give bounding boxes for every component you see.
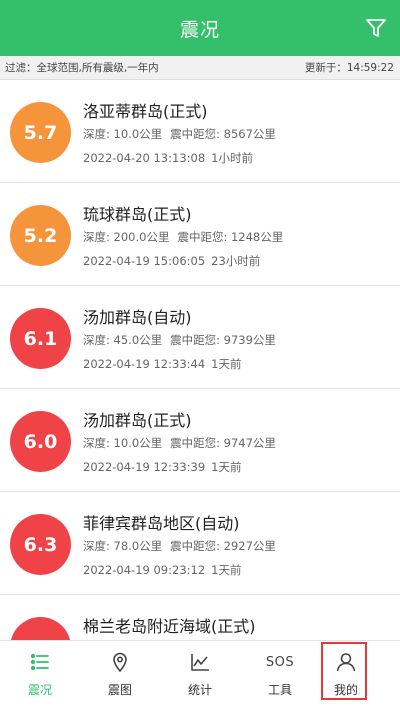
quake-time: 2022-04-19 15:06:05 [83, 254, 206, 268]
quake-item[interactable]: 6.3 菲律宾群岛地区(自动) 深度: 78.0公里 震中距您: 2927公里 2… [0, 492, 400, 595]
tab-label: 震图 [107, 683, 132, 697]
filter-icon[interactable] [364, 16, 388, 40]
quake-location: 棉兰老岛附近海域(正式) [83, 617, 256, 636]
magnitude-badge: 6.0 [10, 617, 71, 640]
magnitude-badge: 6.0 [10, 411, 71, 472]
list-icon [27, 649, 53, 675]
quake-depth: 深度: 10.0公里 [83, 436, 163, 450]
quake-distance: 震中距您: 8567公里 [170, 127, 276, 141]
page-title: 震况 [179, 18, 220, 41]
sos-icon: SOS [265, 654, 295, 670]
tab-map[interactable]: 震图 [80, 641, 160, 705]
quake-distance: 震中距您: 9739公里 [170, 333, 276, 347]
quake-item[interactable]: 6.1 汤加群岛(自动) 深度: 45.0公里 震中距您: 9739公里 2022… [0, 286, 400, 389]
tab-quakes[interactable]: 震况 [0, 641, 80, 705]
quake-time: 2022-04-19 12:33:39 [83, 460, 206, 474]
quake-ago: 23小时前 [211, 254, 261, 268]
quake-time: 2022-04-19 09:23:12 [83, 563, 206, 577]
quake-item[interactable]: 6.0 汤加群岛(正式) 深度: 10.0公里 震中距您: 9747公里 2022… [0, 389, 400, 492]
chart-icon [187, 649, 213, 675]
tab-mine[interactable]: 我的 [320, 641, 400, 705]
bottom-tab-bar: 震况 震图 统计 SOS 工具 我的 [0, 640, 400, 704]
quake-location: 汤加群岛(正式) [83, 411, 192, 430]
quake-distance: 震中距您: 2927公里 [170, 539, 276, 553]
magnitude-badge: 5.2 [10, 205, 71, 266]
magnitude-badge: 6.3 [10, 514, 71, 575]
tab-tools[interactable]: SOS 工具 [240, 641, 320, 705]
quake-location: 菲律宾群岛地区(自动) [83, 514, 240, 533]
bottom-strip [0, 704, 400, 720]
quake-location: 琉球群岛(正式) [83, 205, 192, 224]
map-pin-icon [107, 649, 133, 675]
updated-time: 更新于：14:59:22 [304, 62, 394, 74]
tab-label: 震况 [27, 683, 52, 697]
quake-depth: 深度: 78.0公里 [83, 539, 163, 553]
filter-summary: 过滤：全球范围,所有震级,一年内 [5, 62, 159, 74]
quake-ago: 1天前 [211, 563, 242, 577]
quake-ago: 1小时前 [211, 151, 253, 165]
quake-ago: 1天前 [211, 357, 242, 371]
quake-location: 汤加群岛(自动) [83, 308, 192, 327]
quake-location: 洛亚蒂群岛(正式) [83, 102, 208, 121]
tab-label: 统计 [187, 683, 212, 697]
quake-depth: 深度: 10.0公里 [83, 127, 163, 141]
highlight-box [321, 642, 367, 700]
quake-time: 2022-04-19 12:33:44 [83, 357, 206, 371]
filter-bar: 过滤：全球范围,所有震级,一年内 更新于：14:59:22 [0, 56, 400, 80]
quake-distance: 震中距您: 1248公里 [177, 230, 284, 244]
quake-item[interactable]: 6.0 棉兰老岛附近海域(正式) [0, 595, 400, 640]
magnitude-badge: 5.7 [10, 102, 71, 163]
quake-item[interactable]: 5.7 洛亚蒂群岛(正式) 深度: 10.0公里 震中距您: 8567公里 202… [0, 80, 400, 183]
quake-item[interactable]: 5.2 琉球群岛(正式) 深度: 200.0公里 震中距您: 1248公里 202… [0, 183, 400, 286]
quake-time: 2022-04-20 13:13:08 [83, 151, 206, 165]
tab-label: 工具 [267, 683, 292, 697]
tab-stats[interactable]: 统计 [160, 641, 240, 705]
quake-ago: 1天前 [211, 460, 242, 474]
quake-list: 5.7 洛亚蒂群岛(正式) 深度: 10.0公里 震中距您: 8567公里 202… [0, 80, 400, 640]
magnitude-badge: 6.1 [10, 308, 71, 369]
quake-depth: 深度: 200.0公里 [83, 230, 170, 244]
app-header: 震况 [0, 0, 400, 56]
quake-distance: 震中距您: 9747公里 [170, 436, 276, 450]
quake-depth: 深度: 45.0公里 [83, 333, 163, 347]
